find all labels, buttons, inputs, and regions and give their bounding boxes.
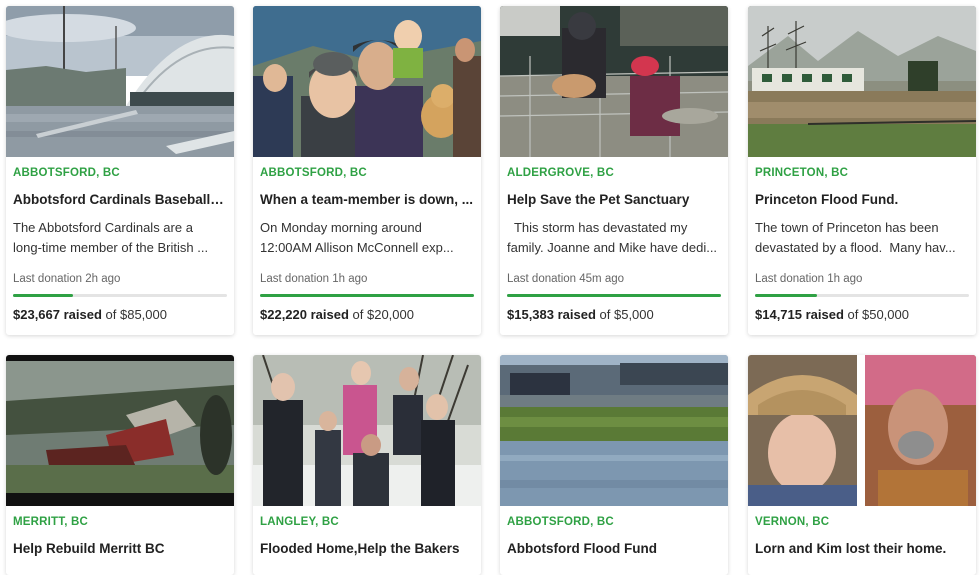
fundraiser-image-family-selfie[interactable] (253, 6, 481, 157)
fundraiser-description: The Abbotsford Cardinals are a long-time… (13, 218, 227, 258)
fundraiser-title[interactable]: Abbotsford Flood Fund (507, 541, 721, 557)
progress-bar (507, 294, 721, 297)
fundraiser-image-animal-rescue[interactable] (500, 6, 728, 157)
description-line: On Monday morning around (260, 220, 422, 235)
fundraiser-card[interactable]: PRINCETON, BC Princeton Flood Fund. The … (748, 6, 976, 335)
fundraiser-image-flooded-town[interactable] (748, 6, 976, 157)
description-line: devastated by a flood. Many hav... (755, 240, 956, 255)
fundraiser-title[interactable]: Help Rebuild Merritt BC (13, 541, 227, 557)
goal-amount: of $5,000 (599, 307, 654, 322)
last-donation-time: Last donation 1h ago (260, 273, 368, 285)
fundraiser-description: The town of Princeton has been devastate… (755, 218, 969, 258)
fundraiser-image-couple-portraits[interactable] (748, 355, 976, 506)
amount-raised: $15,383 raised of $5,000 (507, 307, 721, 323)
progress-bar (260, 294, 474, 297)
fundraiser-location: ALDERGROVE, BC (507, 167, 614, 179)
fundraiser-title[interactable]: Help Save the Pet Sanctuary (507, 192, 721, 208)
fundraiser-card[interactable]: VERNON, BC Lorn and Kim lost their home. (748, 355, 976, 575)
goal-amount: of $20,000 (352, 307, 414, 322)
fundraiser-location: PRINCETON, BC (755, 167, 849, 179)
progress-bar (13, 294, 227, 297)
raised-amount: $23,667 raised (13, 307, 102, 322)
progress-bar-fill (13, 294, 73, 297)
description-line: long-time member of the British ... (13, 240, 209, 255)
progress-bar-fill (260, 294, 474, 297)
fundraiser-image-collapsed-house[interactable] (6, 355, 234, 506)
raised-amount: $22,220 raised (260, 307, 349, 322)
progress-bar-fill (507, 294, 721, 297)
description-line: 12:00AM Allison McConnell exp... (260, 240, 454, 255)
fundraiser-location: MERRITT, BC (13, 516, 89, 528)
progress-bar-fill (755, 294, 818, 297)
fundraiser-location: VERNON, BC (755, 516, 830, 528)
fundraiser-card[interactable]: ABBOTSFORD, BC Abbotsford Cardinals Base… (6, 6, 234, 335)
fundraiser-location: ABBOTSFORD, BC (260, 167, 367, 179)
raised-amount: $14,715 raised (755, 307, 844, 322)
last-donation-time: Last donation 2h ago (13, 273, 121, 285)
fundraiser-description: On Monday morning around 12:00AM Allison… (260, 218, 474, 258)
description-line: The Abbotsford Cardinals are a (13, 220, 193, 235)
amount-raised: $22,220 raised of $20,000 (260, 307, 474, 323)
fundraiser-card[interactable]: ABBOTSFORD, BC When a team-member is dow… (253, 6, 481, 335)
fundraiser-image-flooded-stadium[interactable] (6, 6, 234, 157)
fundraiser-title[interactable]: Lorn and Kim lost their home. (755, 541, 969, 557)
fundraiser-image-family-snow[interactable] (253, 355, 481, 506)
description-line: The town of Princeton has been (755, 220, 939, 235)
fundraiser-image-flooded-field[interactable] (500, 355, 728, 506)
fundraiser-title[interactable]: Abbotsford Cardinals Baseball F... (13, 192, 227, 208)
goal-amount: of $50,000 (847, 307, 909, 322)
fundraiser-card[interactable]: ALDERGROVE, BC Help Save the Pet Sanctua… (500, 6, 728, 335)
goal-amount: of $85,000 (105, 307, 167, 322)
amount-raised: $14,715 raised of $50,000 (755, 307, 969, 323)
last-donation-time: Last donation 1h ago (755, 273, 863, 285)
last-donation-time: Last donation 45m ago (507, 273, 625, 285)
fundraiser-title[interactable]: When a team-member is down, ... (260, 192, 474, 208)
fundraiser-card[interactable]: MERRITT, BC Help Rebuild Merritt BC (6, 355, 234, 575)
fundraiser-location: ABBOTSFORD, BC (507, 516, 614, 528)
fundraiser-location: ABBOTSFORD, BC (13, 167, 120, 179)
fundraiser-location: LANGLEY, BC (260, 516, 339, 528)
progress-bar (755, 294, 969, 297)
fundraiser-title[interactable]: Princeton Flood Fund. (755, 192, 969, 208)
description-line: family. Joanne and Mike have dedi... (507, 240, 718, 255)
description-line: This storm has devastated my (507, 220, 688, 235)
fundraiser-card[interactable]: ABBOTSFORD, BC Abbotsford Flood Fund (500, 355, 728, 575)
fundraiser-title[interactable]: Flooded Home,Help the Bakers (260, 541, 474, 557)
fundraiser-card[interactable]: LANGLEY, BC Flooded Home,Help the Bakers (253, 355, 481, 575)
raised-amount: $15,383 raised (507, 307, 596, 322)
amount-raised: $23,667 raised of $85,000 (13, 307, 227, 323)
fundraiser-description: This storm has devastated my family. Joa… (507, 218, 721, 258)
fundraiser-grid: ABBOTSFORD, BC Abbotsford Cardinals Base… (0, 0, 980, 575)
